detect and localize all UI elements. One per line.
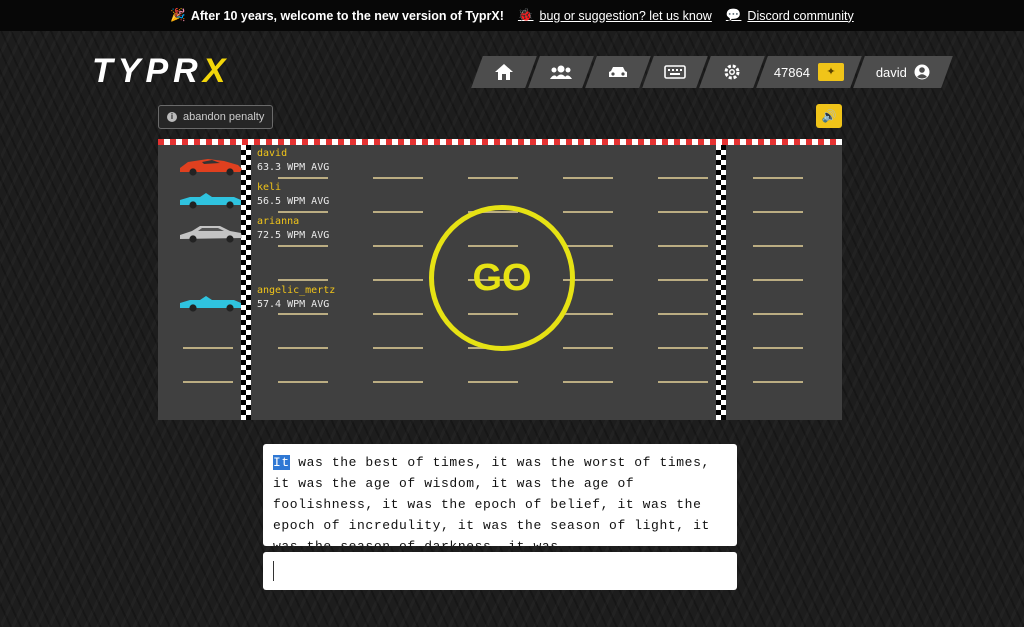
- lane-dash: [373, 313, 423, 315]
- lane-dash: [373, 347, 423, 349]
- lane-dash: [373, 211, 423, 213]
- nav-settings[interactable]: [699, 56, 765, 88]
- nav-keyboard[interactable]: [642, 56, 708, 88]
- nav-home[interactable]: [471, 56, 537, 88]
- lane-dash: [373, 279, 423, 281]
- passage-text: It was the best of times, it was the wor…: [263, 444, 737, 546]
- racer-label: keli 56.5 WPM AVG: [257, 182, 330, 207]
- track-top-stripe: [158, 139, 842, 145]
- lane-dash: [278, 211, 328, 213]
- go-indicator: GO: [429, 205, 575, 351]
- lane-dash: [563, 313, 613, 315]
- lane-dash: [753, 381, 803, 383]
- current-word: It: [273, 455, 290, 470]
- speaker-icon: 🔊: [821, 109, 837, 123]
- racer-label: arianna 72.5 WPM AVG: [257, 216, 330, 241]
- lane-dash: [658, 211, 708, 213]
- lane-dash: [563, 381, 613, 383]
- nav-friends[interactable]: [528, 56, 594, 88]
- lane-dash: [468, 177, 518, 179]
- car-icon: [609, 67, 627, 77]
- nav-garage[interactable]: [585, 56, 651, 88]
- lane-dash: [278, 347, 328, 349]
- coins-display[interactable]: 47864 ✦: [756, 56, 862, 88]
- lane-dash: [753, 211, 803, 213]
- keyboard-icon: [664, 65, 686, 79]
- car-keli: [180, 193, 241, 209]
- info-icon: i: [167, 112, 177, 122]
- lane-dash: [183, 347, 233, 349]
- lane-dash: [753, 279, 803, 281]
- lane-dash: [468, 381, 518, 383]
- discord-link[interactable]: 💬 Discord community: [726, 8, 854, 23]
- racer-label: david 63.3 WPM AVG: [257, 148, 330, 173]
- announcement: 🎉 After 10 years, welcome to the new ver…: [170, 8, 504, 23]
- abandon-penalty-button[interactable]: i abandon penalty: [158, 105, 274, 129]
- lane-dash: [563, 245, 613, 247]
- party-icon: 🎉: [170, 8, 186, 22]
- home-icon: [495, 64, 513, 80]
- announcement-bar: 🎉 After 10 years, welcome to the new ver…: [0, 0, 1024, 31]
- bug-icon: 🐞: [517, 8, 534, 22]
- remaining-text: was the best of times, it was the worst …: [273, 455, 710, 546]
- gear-icon: [724, 64, 740, 80]
- typing-input[interactable]: [263, 552, 737, 590]
- main-nav: 47864 ✦ david: [471, 56, 953, 88]
- lane-dash: [278, 177, 328, 179]
- lane-dash: [183, 381, 233, 383]
- sound-toggle-button[interactable]: 🔊: [816, 104, 842, 128]
- lane-dash: [373, 245, 423, 247]
- lane-dash: [658, 313, 708, 315]
- lane-dash: [658, 279, 708, 281]
- lane-dash: [753, 313, 803, 315]
- user-menu[interactable]: david: [853, 56, 953, 88]
- lane-dash: [753, 177, 803, 179]
- lane-dash: [563, 177, 613, 179]
- lane-dash: [658, 347, 708, 349]
- users-icon: [550, 65, 572, 79]
- text-caret: [273, 561, 274, 581]
- lane-dash: [658, 381, 708, 383]
- ticket-icon: ✦: [818, 63, 845, 81]
- logo[interactable]: TYPRX: [92, 52, 230, 91]
- lane-dash: [753, 245, 803, 247]
- lane-dash: [658, 177, 708, 179]
- chat-icon: 💬: [725, 8, 742, 22]
- lane-dash: [563, 347, 613, 349]
- lane-dash: [278, 279, 328, 281]
- start-line: [241, 145, 251, 420]
- lane-dash: [373, 177, 423, 179]
- lane-dash: [563, 211, 613, 213]
- finish-line: [716, 145, 726, 420]
- lane-dash: [658, 245, 708, 247]
- racer-label: angelic_mertz 57.4 WPM AVG: [257, 285, 336, 310]
- lane-dash: [278, 245, 328, 247]
- lane-dash: [753, 347, 803, 349]
- car-david: [180, 159, 242, 176]
- lane-dash: [278, 313, 328, 315]
- lane-dash: [373, 381, 423, 383]
- bug-link[interactable]: 🐞 bug or suggestion? let us know: [518, 8, 712, 23]
- car-arianna: [180, 226, 242, 243]
- car-angelic-mertz: [180, 296, 241, 312]
- user-avatar-icon: [914, 64, 930, 80]
- lane-dash: [278, 381, 328, 383]
